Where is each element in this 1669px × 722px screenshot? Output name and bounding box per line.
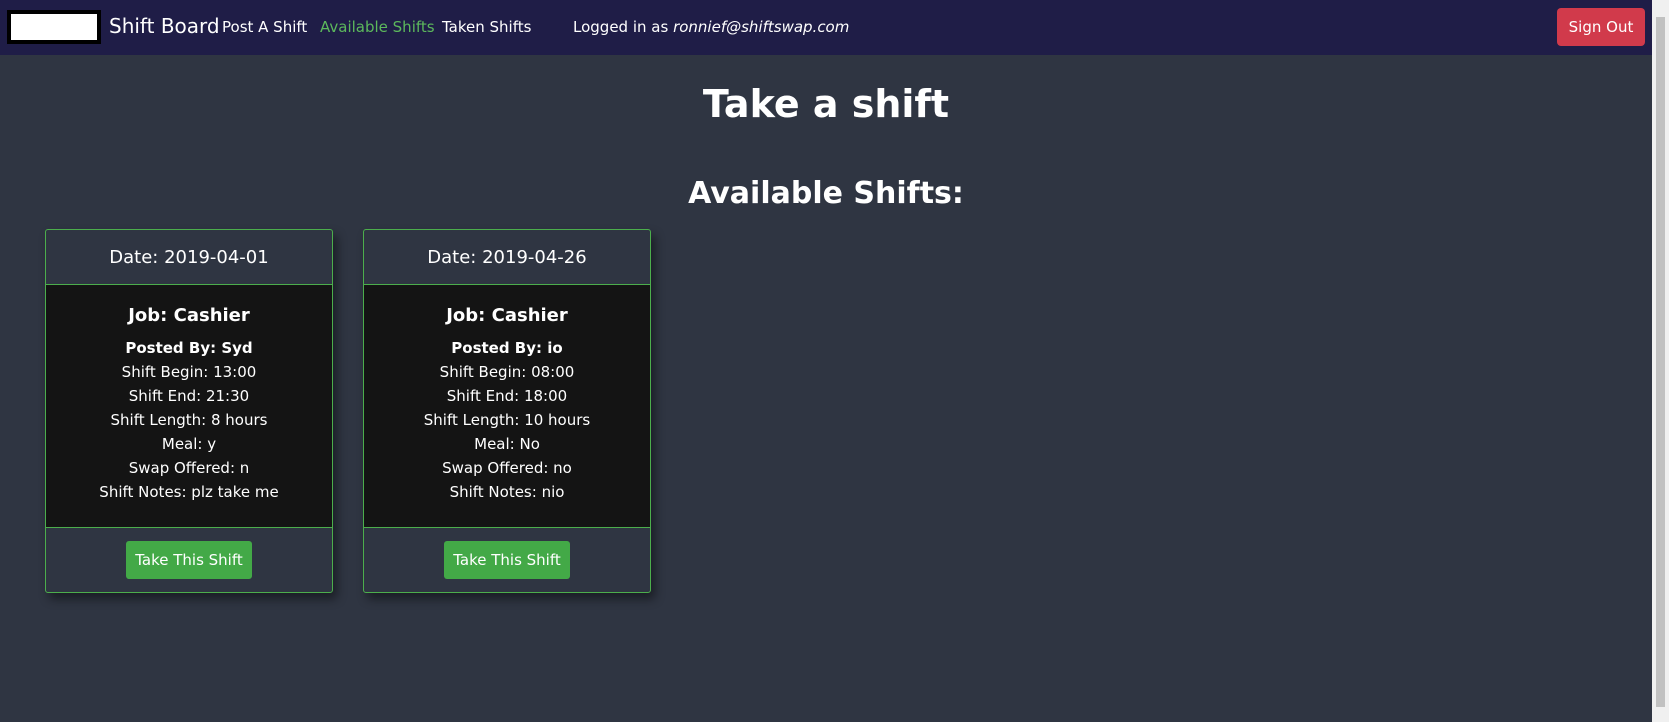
sign-out-button[interactable]: Sign Out xyxy=(1557,8,1645,46)
user-email: ronnief@shiftswap.com xyxy=(673,18,850,36)
shift-notes: Shift Notes: plz take me xyxy=(99,483,279,501)
page-title: Take a shift xyxy=(702,82,950,126)
top-navbar: Shift Board Post A Shift Available Shift… xyxy=(0,0,1652,55)
shift-swap-offered: Swap Offered: n xyxy=(128,459,250,477)
shift-job: Job: Cashier xyxy=(446,305,568,326)
shift-meal: Meal: No xyxy=(474,435,540,453)
shift-length: Shift Length: 10 hours xyxy=(423,411,591,429)
logo-image[interactable] xyxy=(7,10,101,44)
shift-end: Shift End: 18:00 xyxy=(446,387,568,405)
logged-in-prefix: Logged in as xyxy=(573,18,674,36)
shift-card: Date: 2019-04-26 Job: Cashier Posted By:… xyxy=(363,229,651,593)
shift-end: Shift End: 21:30 xyxy=(128,387,250,405)
shift-date: Date: 2019-04-01 xyxy=(46,230,332,285)
nav-taken-shifts[interactable]: Taken Shifts xyxy=(442,18,531,36)
shift-card-body: Job: Cashier Posted By: Syd Shift Begin:… xyxy=(46,285,332,528)
shift-card-body: Job: Cashier Posted By: io Shift Begin: … xyxy=(364,285,650,528)
shift-posted-by: Posted By: Syd xyxy=(125,339,253,357)
shift-begin: Shift Begin: 08:00 xyxy=(439,363,575,381)
nav-post-a-shift[interactable]: Post A Shift xyxy=(222,18,307,36)
section-title: Available Shifts: xyxy=(688,176,964,211)
shift-posted-by: Posted By: io xyxy=(451,339,563,357)
nav-available-shifts[interactable]: Available Shifts xyxy=(320,18,435,36)
shift-job: Job: Cashier xyxy=(128,305,250,326)
shift-card-footer: Take This Shift xyxy=(364,528,650,592)
take-shift-button[interactable]: Take This Shift xyxy=(444,541,570,579)
shift-card: Date: 2019-04-01 Job: Cashier Posted By:… xyxy=(45,229,333,593)
shift-date: Date: 2019-04-26 xyxy=(364,230,650,285)
shift-card-footer: Take This Shift xyxy=(46,528,332,592)
logged-in-status: Logged in as ronnief@shiftswap.com xyxy=(573,18,849,36)
shift-meal: Meal: y xyxy=(161,435,217,453)
vertical-scrollbar[interactable] xyxy=(1652,0,1669,722)
shift-swap-offered: Swap Offered: no xyxy=(442,459,572,477)
brand-link[interactable]: Shift Board xyxy=(109,14,220,38)
take-shift-button[interactable]: Take This Shift xyxy=(126,541,252,579)
shift-length: Shift Length: 8 hours xyxy=(110,411,268,429)
shift-notes: Shift Notes: nio xyxy=(449,483,565,501)
scrollbar-thumb[interactable] xyxy=(1656,17,1665,707)
shift-begin: Shift Begin: 13:00 xyxy=(121,363,257,381)
